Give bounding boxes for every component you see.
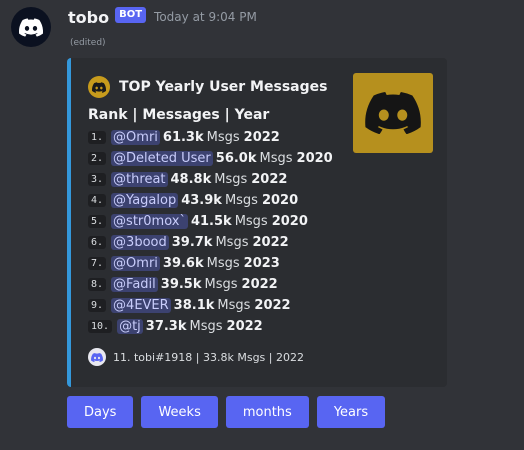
message-timestamp: Today at 9:04 PM [154,10,257,24]
embed-card: TOP Yearly User Messages Rank | Messages… [67,58,447,387]
user-mention[interactable]: @Omri [111,130,160,145]
user-mention[interactable]: @Omri [111,256,160,271]
year-value: 2020 [261,193,299,208]
message-count: 43.9k [181,193,222,208]
year-value: 2022 [241,277,278,292]
message-count: 39.5k [160,277,202,292]
user-mention[interactable]: @tj [117,319,143,334]
embed-thumbnail[interactable] [353,73,433,153]
bot-badge: BOT [115,7,147,23]
year-value: 2022 [252,235,289,250]
period-button-row: Days Weeks months Years [67,396,386,428]
bot-avatar[interactable] [11,7,51,47]
user-mention[interactable]: @3bood [111,235,169,250]
discord-logo-icon [365,92,421,134]
count-unit: Msgs [206,130,240,145]
leaderboard-row: 2. @Deleted User 56.0k Msgs 2020 [88,148,333,169]
edited-label: (edited) [70,38,106,48]
message-count: 48.8k [170,172,212,187]
year-value: 2022 [243,130,280,145]
user-mention[interactable]: @Yagalop [111,193,179,208]
count-unit: Msgs [206,256,240,271]
rank-number: 6. [88,236,107,249]
message-count: 38.1k [173,298,215,313]
embed-author: TOP Yearly User Messages [88,76,327,98]
count-unit: Msgs [234,214,268,229]
rank-number: 7. [88,257,107,270]
message-header: tobo BOT Today at 9:04 PM [68,6,257,28]
count-unit: Msgs [189,319,223,334]
months-button[interactable]: months [225,396,309,428]
discord-logo-icon [88,348,106,366]
author-name[interactable]: tobo [68,8,109,27]
year-value: 2023 [243,256,280,271]
year-value: 2020 [271,214,308,229]
leaderboard-row: 1. @Omri 61.3k Msgs 2022 [88,127,333,148]
rank-number: 3. [88,173,107,186]
count-unit: Msgs [224,193,258,208]
rank-number: 2. [88,152,107,165]
rank-number: 5. [88,215,107,228]
user-mention[interactable]: @str0mox` [111,214,188,229]
message-count: 56.0k [215,151,257,166]
leaderboard-row: 10. @tj 37.3k Msgs 2022 [88,316,333,337]
leaderboard-row: 6. @3bood 39.7k Msgs 2022 [88,232,333,253]
rank-number: 4. [88,194,107,207]
leaderboard-row: 3. @threat 48.8k Msgs 2022 [88,169,333,190]
count-unit: Msgs [217,298,251,313]
year-value: 2022 [226,319,263,334]
year-value: 2022 [251,172,288,187]
embed-author-name: TOP Yearly User Messages [119,79,328,95]
count-unit: Msgs [204,277,238,292]
discord-logo-icon [19,18,43,37]
count-unit: Msgs [259,151,293,166]
user-mention[interactable]: @4EVER [111,298,171,313]
rank-number: 8. [88,278,107,291]
count-unit: Msgs [215,235,249,250]
years-button[interactable]: Years [316,396,386,428]
leaderboard-row: 5. @str0mox` 41.5k Msgs 2020 [88,211,333,232]
days-button[interactable]: Days [67,396,134,428]
discord-logo-icon [88,76,110,98]
message-count: 37.3k [145,319,187,334]
year-value: 2022 [254,298,291,313]
leaderboard-row: 4. @Yagalop 43.9k Msgs 2020 [88,190,333,211]
embed-subtitle: Rank | Messages | Year [88,107,270,123]
message-count: 61.3k [162,130,204,145]
count-unit: Msgs [214,172,248,187]
chat-message: tobo BOT Today at 9:04 PM (edited) TOP Y… [0,0,524,450]
year-value: 2020 [296,151,333,166]
leaderboard-row: 7. @Omri 39.6k Msgs 2023 [88,253,333,274]
leaderboard-row: 9. @4EVER 38.1k Msgs 2022 [88,295,333,316]
user-mention[interactable]: @Fadil [111,277,158,292]
message-count: 39.7k [171,235,213,250]
footer-text: 11. tobi#1918 | 33.8k Msgs | 2022 [113,350,304,364]
user-mention[interactable]: @Deleted User [111,151,213,166]
message-count: 41.5k [190,214,232,229]
leaderboard-list: 1. @Omri 61.3k Msgs 2022 2. @Deleted Use… [88,127,333,337]
embed-footer: 11. tobi#1918 | 33.8k Msgs | 2022 [88,348,304,366]
rank-number: 9. [88,299,107,312]
rank-number: 10. [88,320,113,333]
message-count: 39.6k [162,256,204,271]
leaderboard-row: 8. @Fadil 39.5k Msgs 2022 [88,274,333,295]
weeks-button[interactable]: Weeks [141,396,218,428]
user-mention[interactable]: @threat [111,172,168,187]
rank-number: 1. [88,131,107,144]
